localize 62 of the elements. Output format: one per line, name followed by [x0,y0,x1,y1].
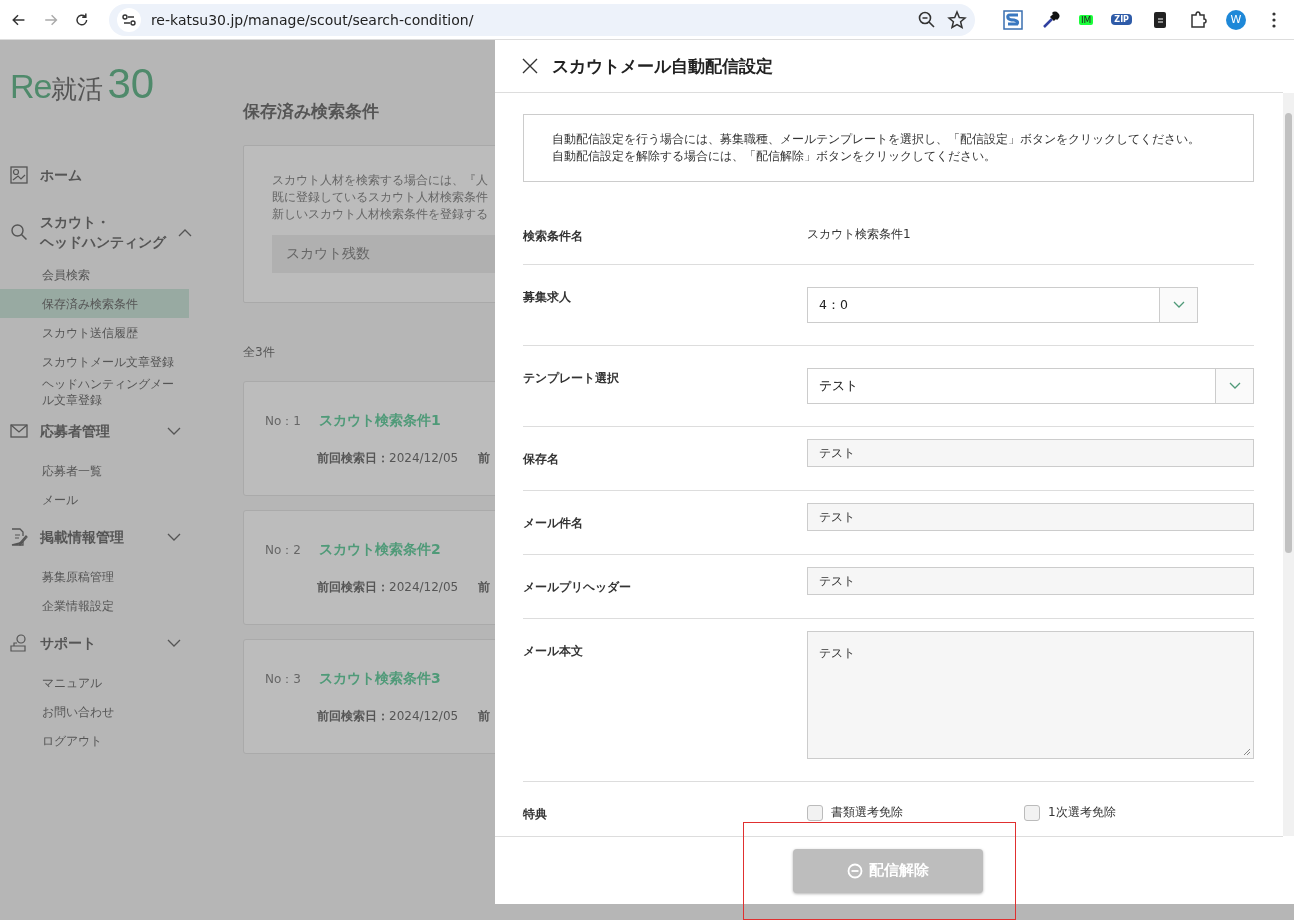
condition-card[interactable]: No：3 スカウト検索条件3 前回検索日：2024/12/05 前 [243,639,495,754]
field-label: テンプレート選択 [523,370,620,387]
sidebar-item[interactable]: 保存済み検索条件 [0,289,189,318]
dropdown[interactable]: 4：0 [807,287,1198,323]
sidebar-item[interactable]: ログアウト [0,726,189,755]
sidebar-item[interactable]: 応募者一覧 [0,456,189,485]
input-field[interactable]: テスト [807,503,1254,531]
sidebar-heading[interactable]: スカウト・ [40,212,110,232]
sidebar-heading[interactable]: ホーム [40,165,82,185]
address-bar[interactable]: re-katsu30.jp/manage/scout/search-condition/ [108,3,975,36]
condition-card[interactable]: No：1 スカウト検索条件1 前回検索日：2024/12/05 前 [243,381,495,496]
card-number: No：3 [265,670,301,688]
last-search-date: 前回検索日：2024/12/05 [317,579,459,596]
total-count: 全3件 [243,344,276,361]
field-label: メール件名 [523,515,584,532]
sidebar-item[interactable]: ヘッドハンティングメール文章登録 [0,376,189,408]
zip-extension-badge[interactable]: ZIP [1111,14,1132,25]
text-area[interactable]: テスト [807,631,1254,759]
card-number: No：2 [265,541,301,559]
sidebar-heading[interactable]: 掲載情報管理 [40,527,124,547]
profile-avatar[interactable]: W [1226,9,1246,30]
field-label: メール本文 [523,643,584,660]
sidebar-item[interactable]: メール [0,485,189,514]
checkbox-label[interactable]: 1次選考免除 [1048,804,1116,821]
field-label: 募集求人 [523,289,572,306]
sidebar-item[interactable]: マニュアル [0,668,189,697]
last-search-date: 前回検索日：2024/12/05 [317,450,459,467]
sidebar-item[interactable]: お問い合わせ [0,697,189,726]
sidebar-item[interactable]: 企業情報設定 [0,591,189,620]
notice-text: 新しいスカウト人材検索条件を登録する [272,206,489,223]
condition-card[interactable]: No：2 スカウト検索条件2 前回検索日：2024/12/05 前 [243,510,495,625]
card-text: 前 [478,450,491,467]
card-text: 前 [478,579,491,596]
sidebar-heading[interactable]: 応募者管理 [40,421,110,441]
sidebar-item[interactable]: 募集原稿管理 [0,562,189,591]
last-search-date: 前回検索日：2024/12/05 [317,708,459,725]
site-logo[interactable]: Re就活 30 [0,60,189,158]
extension-badge[interactable]: IM [1078,14,1094,25]
notice-text: スカウト人材を検索する場合には、『人 [272,172,489,189]
dropdown[interactable]: テスト [807,368,1254,404]
field-value: スカウト検索条件1 [807,226,912,243]
input-field[interactable]: テスト [807,567,1254,595]
field-label: 特典 [523,806,548,823]
url-text: re-katsu30.jp/manage/scout/search-condition/ [150,11,475,28]
notice-text: 既に登録しているスカウト人材検索条件 [272,189,489,206]
sidebar-item[interactable]: スカウトメール文章登録 [0,347,189,376]
card-text: 前 [478,708,491,725]
card-number: No：1 [265,412,301,430]
field-label: メールプリヘッダー [523,579,632,596]
field-label: 検索条件名 [523,228,584,245]
remaining-scouts-label: スカウト残数 [272,235,495,273]
sidebar-item[interactable]: スカウト送信履歴 [0,318,189,347]
notice-text: 自動配信設定を行う場合には、募集職種、メールテンプレートを選択し、「配信設定」ボタンをクリックしてください。 [552,131,1201,148]
checkbox-label[interactable]: 書類選考免除 [831,804,903,821]
sidebar-item[interactable]: 会員検索 [0,260,189,289]
panel-title: スカウトメール自動配信設定 [552,54,773,78]
sidebar-heading[interactable]: ヘッドハンティング [40,232,166,252]
input-field[interactable]: テスト [807,439,1254,467]
page-title: 保存済み検索条件 [243,100,380,123]
sidebar-heading[interactable]: サポート [40,633,96,653]
field-label: 保存名 [523,451,560,468]
notice-text: 自動配信設定を解除する場合には、「配信解除」ボタンをクリックしてください。 [552,148,997,165]
